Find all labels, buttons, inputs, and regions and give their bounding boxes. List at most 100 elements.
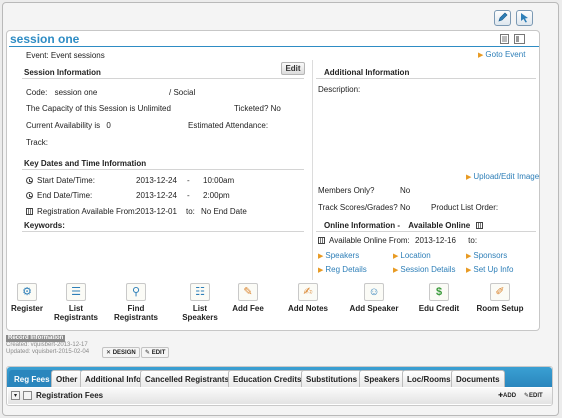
pencil-icon [497, 12, 508, 25]
online-to-label: to: [468, 236, 478, 245]
speakers-link[interactable]: ▶ Speakers [318, 251, 359, 260]
set-up-info-link-label: Set Up Info [473, 265, 514, 274]
add-notes-button[interactable]: ✍ Add Notes [286, 283, 330, 313]
page-icon[interactable] [500, 34, 509, 46]
add-fee-button[interactable]: ✎ Add Fee [230, 283, 266, 313]
code-value: session one [54, 88, 98, 97]
pencil-icon: ✎ [145, 350, 151, 356]
upload-image-label: Upload/Edit Image [473, 172, 540, 181]
ticketed-label: Ticketed? [234, 104, 269, 113]
arrow-icon: ▶ [393, 253, 399, 260]
estimated-label: Estimated Attendance: [188, 121, 269, 130]
edit-mode-button[interactable] [494, 10, 511, 26]
session-info-divider [22, 78, 304, 79]
edu-credit-button[interactable]: $ Edu Credit [416, 283, 462, 313]
speaker-list-icon: ☷ [190, 283, 210, 301]
calendar-icon [26, 208, 33, 215]
goto-event-label: Goto Event [485, 50, 526, 59]
tab-additional-info[interactable]: Additional Info [80, 370, 146, 387]
tabs-area: Reg Fees Other Additional Info Cancelled… [6, 366, 553, 406]
record-updated: Updated: vquisbert-2015-02-04 [6, 349, 90, 355]
tab-documents[interactable]: Documents [451, 370, 505, 387]
product-list-label: Product List Order: [431, 203, 499, 212]
additional-info-heading: Additional Information [324, 68, 410, 77]
arrow-icon: ▶ [393, 267, 399, 274]
session-details-link[interactable]: ▶ Session Details [393, 265, 456, 274]
online-info-divider [316, 231, 536, 232]
find-registrants-label-1: Find [127, 304, 145, 313]
register-button[interactable]: ⚙ Register [10, 283, 44, 313]
tab-other[interactable]: Other [51, 370, 83, 387]
start-date: 2013-12-24 [136, 176, 177, 185]
session-details-link-label: Session Details [400, 265, 456, 274]
start-row: Start Date/Time: [26, 176, 95, 185]
select-mode-button[interactable] [516, 10, 533, 26]
tab-loc-rooms[interactable]: Loc/Rooms [402, 370, 456, 387]
add-fee-tab-button[interactable]: ✚ADD [498, 392, 516, 399]
room-setup-button[interactable]: ✐ Room Setup [474, 283, 526, 313]
add-speaker-button[interactable]: ☺ Add Speaker [348, 283, 400, 313]
additional-info-divider [316, 78, 536, 79]
grid-icon[interactable] [23, 391, 32, 400]
sponsors-link[interactable]: ▶ Sponsors [466, 251, 507, 260]
registration-fees-row: ▾ Registration Fees ✚ADD ✎EDIT [8, 388, 552, 404]
list-registrants-label-1: List [68, 304, 84, 313]
tab-education-credits[interactable]: Education Credits [228, 370, 307, 387]
upload-image-link[interactable]: ▶ Upload/Edit Image [466, 172, 539, 181]
record-edit-button[interactable]: ✎ EDIT [141, 347, 170, 358]
edit-session-button[interactable]: Edit [281, 62, 305, 75]
tab-speakers[interactable]: Speakers [359, 370, 405, 387]
end-date: 2013-12-24 [136, 191, 177, 200]
end-row: End Date/Time: [26, 191, 92, 200]
session-info-heading: Session Information [24, 68, 101, 77]
list-speakers-button[interactable]: ☷ List Speakers [180, 283, 220, 322]
arrow-icon: ▶ [466, 253, 472, 260]
record-info: Record Information Created: vquisbert-20… [6, 335, 89, 356]
start-separator: - [187, 176, 190, 185]
set-up-info-link[interactable]: ▶ Set Up Info [466, 265, 513, 274]
code-label: Code: [26, 88, 48, 97]
cursor-icon [519, 12, 530, 25]
arrow-icon: ▶ [466, 267, 472, 274]
add-fee-icon: ✎ [238, 283, 258, 301]
room-setup-icon: ✐ [490, 283, 510, 301]
collapse-icon[interactable]: ▾ [11, 391, 20, 400]
action-toolbar: ⚙ Register ☰ List Registrants ⚲ Find Reg… [8, 283, 548, 329]
room-setup-label: Room Setup [476, 304, 524, 313]
online-info-heading: Online Information - Available Online [324, 221, 487, 230]
record-info-heading: Record Information [6, 335, 66, 342]
keywords-divider [22, 231, 304, 232]
reg-details-link[interactable]: ▶ Reg Details [318, 265, 367, 274]
reg-available-label: Registration Available From: [37, 207, 137, 216]
layout-icon[interactable] [514, 34, 525, 46]
column-divider [312, 60, 313, 280]
sponsors-link-label: Sponsors [473, 251, 508, 260]
reg-date: 2013-12-01 [136, 207, 177, 216]
ticketed-row: Ticketed? No [234, 104, 281, 113]
track-label: Track: [26, 138, 48, 147]
end-label: End Date/Time: [37, 191, 93, 200]
availability-value: 0 [106, 121, 111, 130]
start-label: Start Date/Time: [37, 176, 95, 185]
find-registrants-button[interactable]: ⚲ Find Registrants [112, 283, 160, 322]
add-fee-label: Add Fee [232, 304, 264, 313]
tab-cancelled-registrants[interactable]: Cancelled Registrants [140, 370, 235, 387]
reg-details-link-label: Reg Details [325, 265, 367, 274]
tab-substitutions[interactable]: Substitutions [301, 370, 363, 387]
online-info-label: Online Information - [324, 221, 400, 230]
goto-event-link[interactable]: ▶ Goto Event [478, 50, 525, 59]
design-button[interactable]: ✕ DESIGN [102, 347, 140, 358]
clock-icon [26, 192, 33, 199]
edit-fee-tab-button[interactable]: ✎EDIT [524, 392, 543, 399]
record-edit-label: EDIT [151, 350, 166, 356]
speakers-link-label: Speakers [325, 251, 360, 260]
location-link[interactable]: ▶ Location [393, 251, 431, 260]
edu-credit-icon: $ [429, 283, 449, 301]
register-label: Register [10, 304, 43, 313]
tab-reg-fees[interactable]: Reg Fees [9, 370, 55, 387]
available-online-icon [476, 222, 484, 229]
keywords-label: Keywords: [24, 221, 65, 230]
edit-label: EDIT [529, 393, 543, 399]
event-label: Event: [26, 51, 49, 60]
list-registrants-button[interactable]: ☰ List Registrants [52, 283, 100, 322]
